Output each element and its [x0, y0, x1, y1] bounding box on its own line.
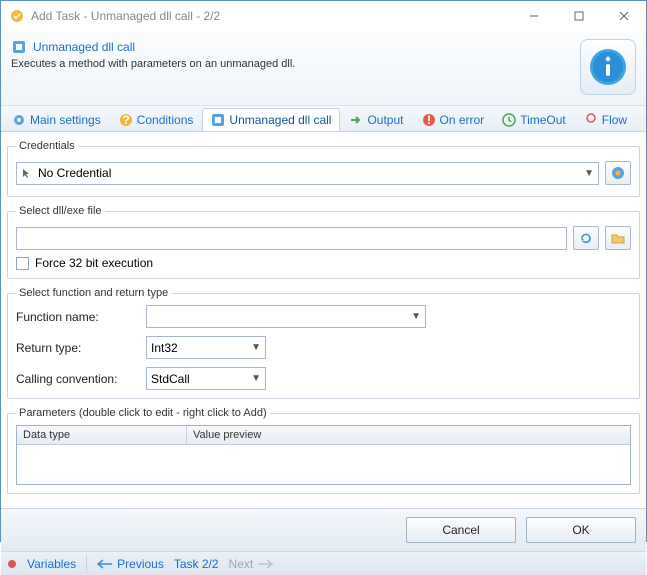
- dialog-footer: Cancel OK: [1, 508, 646, 551]
- return-type-select[interactable]: Int32 ▼: [146, 336, 266, 359]
- calling-conv-label: Calling convention:: [16, 372, 146, 386]
- flow-icon: [584, 113, 598, 127]
- dll-path-input[interactable]: [16, 227, 567, 250]
- page-title-text: Unmanaged dll call: [33, 40, 135, 54]
- output-icon: [349, 113, 363, 127]
- tab-conditions[interactable]: ? Conditions: [110, 108, 203, 131]
- minimize-button[interactable]: [511, 2, 556, 31]
- content-area: Credentials No Credential ▼ Select dll/e…: [1, 132, 646, 508]
- variables-link[interactable]: Variables: [27, 557, 76, 571]
- tab-output[interactable]: Output: [340, 108, 412, 131]
- parameters-table[interactable]: Data type Value preview: [16, 425, 631, 485]
- svg-text:?: ?: [122, 113, 129, 127]
- col-data-type[interactable]: Data type: [17, 426, 187, 444]
- window-title: Add Task - Unmanaged dll call - 2/2: [31, 9, 511, 23]
- tab-on-error[interactable]: ! On error: [413, 108, 494, 131]
- dll-file-group: Select dll/exe file Force 32 bit executi…: [7, 205, 640, 279]
- ok-label: OK: [572, 523, 589, 537]
- next-label: Next: [229, 557, 254, 571]
- force-32bit-checkbox[interactable]: Force 32 bit execution: [16, 256, 631, 270]
- credentials-value: No Credential: [38, 166, 111, 180]
- credentials-legend: Credentials: [16, 140, 78, 152]
- close-button[interactable]: [601, 2, 646, 31]
- variables-icon: [7, 559, 17, 569]
- parameters-header: Data type Value preview: [17, 426, 630, 445]
- dll-file-legend: Select dll/exe file: [16, 205, 105, 217]
- parameters-legend: Parameters (double click to edit - right…: [16, 407, 270, 419]
- tab-unmanaged-dll-call[interactable]: Unmanaged dll call: [202, 108, 340, 131]
- title-bar: Add Task - Unmanaged dll call - 2/2: [1, 1, 646, 31]
- return-type-value: Int32: [151, 341, 178, 355]
- col-value-preview[interactable]: Value preview: [187, 426, 630, 444]
- function-name-select[interactable]: ▼: [146, 305, 426, 328]
- status-bar: Variables Previous Task 2/2 Next: [1, 551, 646, 575]
- cancel-button[interactable]: Cancel: [406, 517, 516, 543]
- header-panel: Unmanaged dll call Executes a method wit…: [1, 31, 646, 106]
- function-legend: Select function and return type: [16, 287, 171, 299]
- browse-button[interactable]: [605, 226, 631, 250]
- tab-label: Output: [367, 113, 403, 127]
- next-button[interactable]: Next: [229, 557, 274, 571]
- parameters-group: Parameters (double click to edit - right…: [7, 407, 640, 494]
- maximize-button[interactable]: [556, 2, 601, 31]
- function-group: Select function and return type Function…: [7, 287, 640, 399]
- question-icon: ?: [119, 113, 133, 127]
- info-icon: [580, 39, 636, 95]
- tab-label: Unmanaged dll call: [229, 113, 331, 127]
- dll-icon: [211, 113, 225, 127]
- previous-button[interactable]: Previous: [97, 557, 164, 571]
- tab-label: TimeOut: [520, 113, 566, 127]
- gear-icon: [12, 113, 26, 127]
- force-32bit-label: Force 32 bit execution: [35, 256, 153, 270]
- refresh-button[interactable]: [573, 226, 599, 250]
- previous-label: Previous: [117, 557, 164, 571]
- calling-conv-value: StdCall: [151, 372, 190, 386]
- arrow-right-icon: [257, 559, 273, 569]
- chevron-down-icon: ▼: [251, 342, 261, 353]
- tab-flow[interactable]: Flow: [575, 108, 636, 131]
- tab-label: Conditions: [137, 113, 194, 127]
- tab-label: Flow: [602, 113, 627, 127]
- ok-button[interactable]: OK: [526, 517, 636, 543]
- cursor-icon: [21, 167, 33, 179]
- chevron-down-icon: ▼: [251, 373, 261, 384]
- app-icon: [9, 8, 25, 24]
- tab-label: Main settings: [30, 113, 101, 127]
- chevron-down-icon: ▼: [411, 311, 421, 322]
- page-description: Executes a method with parameters on an …: [11, 58, 580, 70]
- svg-text:!: !: [427, 113, 431, 127]
- tab-main-settings[interactable]: Main settings: [3, 108, 110, 131]
- tab-strip: Main settings ? Conditions Unmanaged dll…: [1, 106, 646, 132]
- error-icon: !: [422, 113, 436, 127]
- function-name-label: Function name:: [16, 310, 146, 324]
- return-type-label: Return type:: [16, 341, 146, 355]
- clock-icon: [502, 113, 516, 127]
- manage-credentials-button[interactable]: [605, 161, 631, 185]
- checkbox-box: [16, 257, 29, 270]
- tab-label: On error: [440, 113, 485, 127]
- credentials-group: Credentials No Credential ▼: [7, 140, 640, 197]
- dll-icon: [11, 39, 27, 55]
- task-indicator: Task 2/2: [174, 557, 219, 571]
- credentials-select[interactable]: No Credential ▼: [16, 162, 599, 185]
- tab-timeout[interactable]: TimeOut: [493, 108, 575, 131]
- calling-conv-select[interactable]: StdCall ▼: [146, 367, 266, 390]
- cancel-label: Cancel: [442, 523, 479, 537]
- chevron-down-icon: ▼: [584, 168, 594, 179]
- page-title: Unmanaged dll call: [11, 39, 580, 55]
- arrow-left-icon: [97, 559, 113, 569]
